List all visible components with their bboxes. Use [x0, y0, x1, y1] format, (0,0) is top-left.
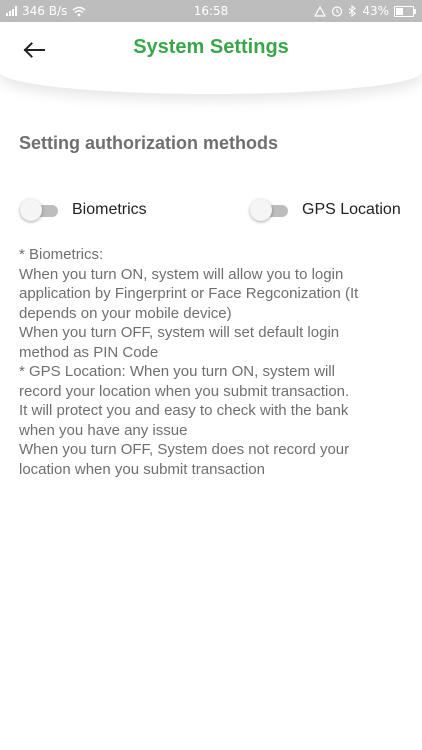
gps-location-toggle[interactable]	[250, 198, 288, 222]
info-line: When you turn OFF, system will set defau…	[19, 324, 340, 341]
info-line: * GPS Location: When you turn ON, system…	[19, 363, 335, 380]
info-line: method as PIN Code	[19, 343, 159, 361]
battery-percent: 43%	[362, 4, 389, 18]
info-line: application by Fingerprint or Face Regco…	[19, 285, 359, 302]
gps-location-label: GPS Location	[302, 201, 401, 218]
biometrics-toggle-row[interactable]: Biometrics	[20, 198, 147, 222]
info-line: When you turn ON, system will allow you …	[19, 265, 344, 283]
info-line: record your location when you submit tra…	[19, 382, 350, 400]
battery-icon	[394, 5, 416, 17]
page-title: System Settings	[133, 36, 289, 58]
battery-level-fill	[396, 7, 403, 15]
info-line: depends on your mobile device)	[19, 304, 232, 322]
status-right: 43%	[314, 4, 416, 18]
section-title: Setting authorization methods	[19, 133, 278, 153]
info-line: When you turn OFF, System does not recor…	[19, 441, 350, 458]
alarm-icon	[332, 6, 343, 17]
info-line: It will protect you and easy to check wi…	[19, 402, 349, 419]
toggle-thumb	[250, 199, 272, 221]
toggle-thumb	[20, 199, 42, 221]
biometrics-label: Biometrics	[72, 201, 147, 218]
status-bar: 346 B/s 16:58 43%	[0, 0, 422, 22]
app-header: System Settings	[0, 22, 422, 94]
info-line: * Biometrics:	[19, 246, 104, 263]
info-line: location when you submit transaction	[19, 460, 265, 478]
bluetooth-icon	[348, 5, 357, 17]
info-line: when you have any issue	[19, 421, 188, 439]
authorization-info-text: * Biometrics: When you turn ON, system w…	[19, 245, 409, 479]
alert-icon	[314, 5, 327, 17]
biometrics-toggle[interactable]	[20, 198, 58, 222]
gps-location-toggle-row[interactable]: GPS Location	[250, 198, 401, 222]
